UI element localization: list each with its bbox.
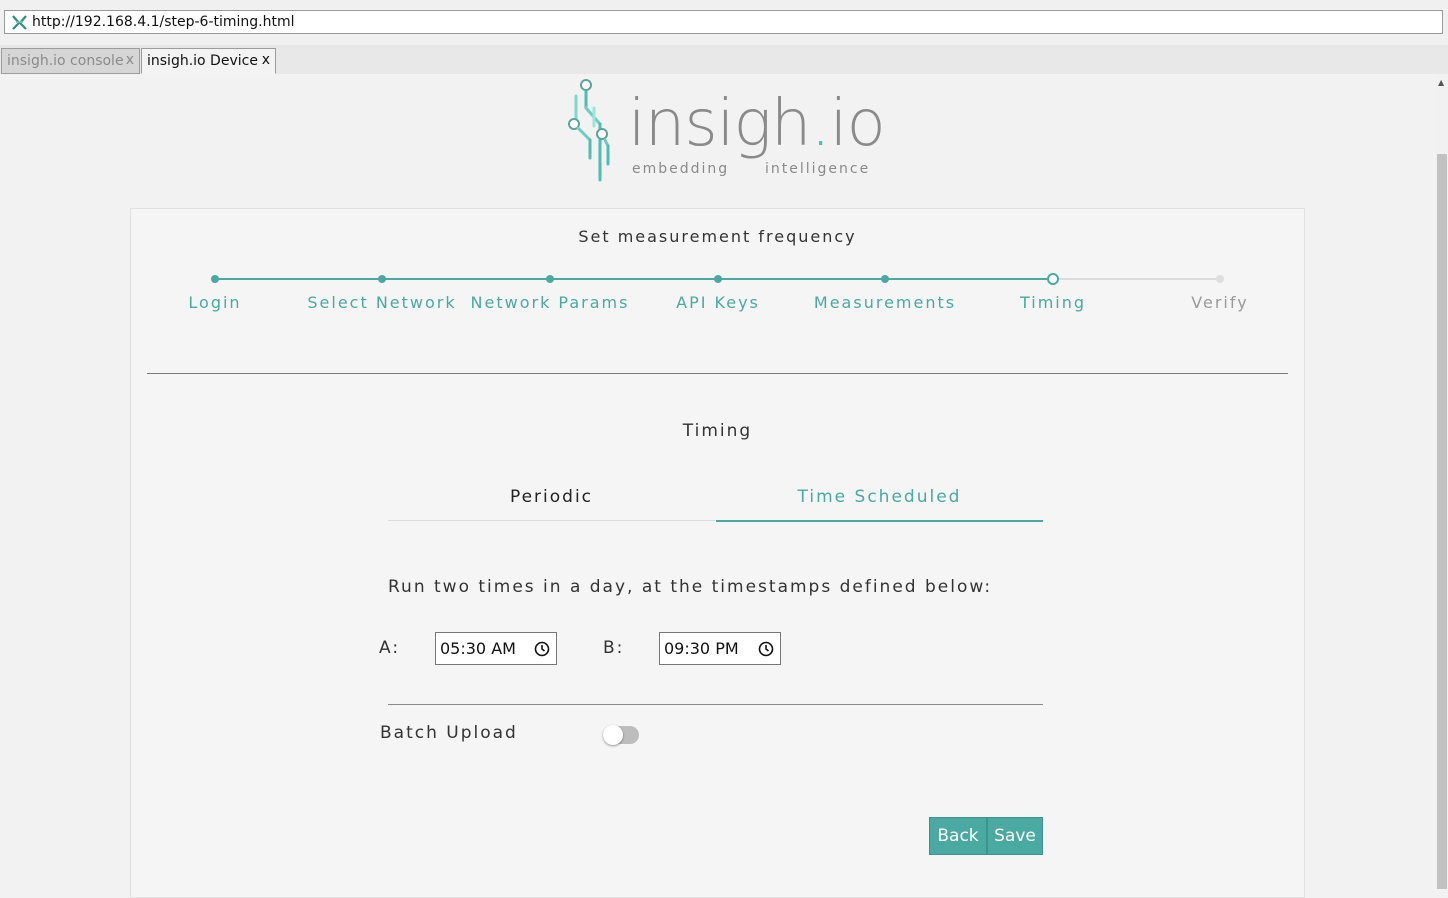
vertical-scrollbar[interactable]: ▲ bbox=[1435, 74, 1448, 889]
circuit-logo-icon bbox=[568, 79, 610, 182]
tab-label: insigh.io console bbox=[7, 53, 124, 69]
step-label: Timing bbox=[1019, 293, 1087, 312]
progress-stepper: Login Select Network Network Params API … bbox=[131, 269, 1304, 349]
clock-icon[interactable] bbox=[534, 641, 550, 657]
step-label: Login bbox=[188, 293, 242, 312]
step-dot bbox=[211, 275, 219, 283]
step-dot bbox=[714, 275, 722, 283]
url-field[interactable]: http://192.168.4.1/step-6-timing.html bbox=[4, 10, 1443, 34]
tab-close-icon[interactable]: x bbox=[262, 52, 270, 68]
url-text: http://192.168.4.1/step-6-timing.html bbox=[32, 14, 295, 30]
schedule-description: Run two times in a day, at the timestamp… bbox=[388, 577, 993, 597]
time-b-value: 09:30 PM bbox=[664, 639, 739, 658]
logo-name: insigh bbox=[628, 87, 811, 161]
wizard-card: Set measurement frequency Login Select N… bbox=[130, 208, 1305, 898]
insighio-logo: insigh.io embedding intelligence bbox=[560, 78, 886, 186]
timing-tabs: Periodic Time Scheduled bbox=[388, 483, 1043, 522]
time-b-input[interactable]: 09:30 PM bbox=[659, 632, 781, 665]
tab-periodic[interactable]: Periodic bbox=[388, 483, 715, 521]
address-bar-area: http://192.168.4.1/step-6-timing.html bbox=[0, 0, 1448, 45]
step-label: Network Params bbox=[470, 293, 630, 312]
step-label: Select Network bbox=[307, 293, 457, 312]
tab-insighio-device[interactable]: insigh.io Device x bbox=[141, 48, 276, 74]
step-dot bbox=[881, 275, 889, 283]
divider bbox=[388, 704, 1043, 705]
step-dot-current bbox=[1047, 273, 1059, 285]
logo-tagline-right: intelligence bbox=[765, 161, 871, 177]
save-button[interactable]: Save bbox=[987, 817, 1043, 855]
step-dot bbox=[378, 275, 386, 283]
tab-close-icon[interactable]: x bbox=[126, 52, 134, 68]
step-dot bbox=[1216, 275, 1224, 283]
scrollbar-thumb[interactable] bbox=[1437, 154, 1447, 889]
toggle-knob bbox=[603, 725, 623, 745]
time-b-label: B: bbox=[603, 638, 625, 658]
logo-suffix: io bbox=[829, 87, 886, 161]
logo-tagline-left: embedding bbox=[632, 161, 730, 177]
tab-insighio-console[interactable]: insigh.io console x bbox=[1, 48, 140, 74]
step-label: API Keys bbox=[676, 293, 760, 312]
tab-label: insigh.io Device bbox=[147, 53, 258, 69]
site-favicon-icon bbox=[11, 14, 28, 31]
divider bbox=[147, 373, 1288, 374]
time-a-input[interactable]: 05:30 AM bbox=[435, 632, 557, 665]
page-title: Set measurement frequency bbox=[578, 227, 857, 246]
step-label: Measurements bbox=[813, 293, 957, 312]
batch-upload-label: Batch Upload bbox=[380, 723, 518, 743]
tab-time-scheduled[interactable]: Time Scheduled bbox=[716, 483, 1043, 522]
time-a-value: 05:30 AM bbox=[440, 639, 516, 658]
logo-wordmark: insigh.io bbox=[628, 92, 886, 156]
time-a-label: A: bbox=[379, 638, 401, 658]
stepper-line-pending bbox=[1053, 278, 1221, 280]
section-title: Timing bbox=[682, 421, 753, 441]
logo-dot: . bbox=[810, 87, 830, 161]
tab-strip: insigh.io console x insigh.io Device x bbox=[0, 45, 1448, 74]
stepper-line-completed bbox=[216, 278, 1053, 280]
batch-upload-toggle[interactable] bbox=[603, 725, 639, 745]
clock-icon[interactable] bbox=[758, 641, 774, 657]
step-label: Verify bbox=[1191, 293, 1249, 312]
step-dot bbox=[546, 275, 554, 283]
back-button[interactable]: Back bbox=[929, 817, 987, 855]
scroll-up-arrow-icon[interactable]: ▲ bbox=[1438, 78, 1444, 87]
